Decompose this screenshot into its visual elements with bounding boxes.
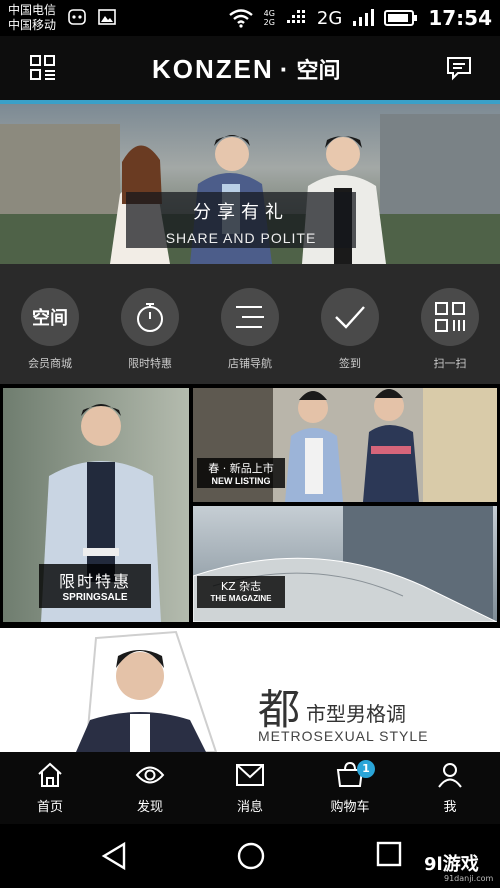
recent-apps-icon[interactable] xyxy=(376,841,402,867)
quick-nav-checkin[interactable]: 签到 xyxy=(305,288,395,378)
promo-title: 限时特惠 xyxy=(58,572,131,591)
tab-messages[interactable]: 消息 xyxy=(205,762,295,818)
promo-title: 春 · 新品上市 xyxy=(208,462,274,475)
hero-caption: 分享有礼 SHARE AND POLITE xyxy=(126,192,356,248)
promo-subtitle: THE MAGAZINE xyxy=(210,594,272,603)
network-type: 2G xyxy=(316,7,343,29)
editorial-heading: 市型男格调 xyxy=(306,702,406,726)
hero-banner[interactable]: 分享有礼 SHARE AND POLITE xyxy=(0,104,500,264)
quick-nav-label: 店铺导航 xyxy=(228,357,272,370)
network-type-small: 4G 2G xyxy=(264,9,275,27)
member-mall-icon: 空间 xyxy=(21,288,79,346)
brand-latin: KONZEN xyxy=(152,53,274,84)
network-small-2: 2G xyxy=(263,18,275,27)
editorial-model-image xyxy=(76,630,218,752)
tab-label: 我 xyxy=(443,800,457,815)
quick-nav-label: 限时特惠 xyxy=(128,357,172,370)
hero-subtitle: SHARE AND POLITE xyxy=(165,230,317,246)
promo-tag: 春 · 新品上市 NEW LISTING xyxy=(197,458,285,488)
promo-subtitle: NEW LISTING xyxy=(211,476,271,486)
tab-label: 购物车 xyxy=(330,800,370,815)
message-icon[interactable] xyxy=(445,54,473,82)
mail-icon xyxy=(236,764,264,786)
carrier-labels: 中国电信 中国移动 xyxy=(8,3,56,33)
image-icon xyxy=(98,9,116,25)
brand-logo: KONZEN · 空间 xyxy=(152,52,352,86)
status-right: 4G 2G 2G 17:54 xyxy=(228,6,492,30)
notification-app-icon xyxy=(68,9,86,25)
brand-cn: 空间 xyxy=(296,59,341,84)
list-icon xyxy=(221,288,279,346)
battery-icon xyxy=(384,10,418,26)
watermark-site: 91danji.com xyxy=(444,874,494,883)
signal-dots-icon xyxy=(286,10,305,23)
quick-nav-scan[interactable]: 扫一扫 xyxy=(405,288,495,378)
brand-dot: · xyxy=(279,53,291,84)
carrier-1: 中国电信 xyxy=(8,3,57,17)
watermark-logo: 9l游戏 xyxy=(424,854,479,875)
app-header: KONZEN · 空间 xyxy=(0,36,500,100)
clock: 17:54 xyxy=(428,6,492,30)
promo-title: KZ 杂志 xyxy=(220,580,262,593)
wifi-icon xyxy=(228,9,253,28)
status-bar: 中国电信 中国移动 4G 2G 2G 17:54 xyxy=(0,0,500,36)
quick-nav-store-guide[interactable]: 店铺导航 xyxy=(205,288,295,378)
tab-label: 消息 xyxy=(236,800,263,815)
bottom-tab-bar: 首页 发现 消息 1 购物车 我 xyxy=(0,752,500,824)
quick-nav-label: 签到 xyxy=(339,357,361,370)
tab-label: 首页 xyxy=(36,800,63,815)
promo-magazine[interactable]: KZ 杂志 THE MAGAZINE xyxy=(193,506,497,622)
person-icon xyxy=(438,763,462,788)
carrier-2: 中国移动 xyxy=(8,18,57,32)
member-mall-glyph: 空间 xyxy=(32,308,68,329)
promo-tag: 限时特惠 SPRINGSALE xyxy=(39,564,151,608)
quick-nav-member-mall[interactable]: 空间 会员商城 xyxy=(5,288,95,378)
network-small-1: 4G xyxy=(263,9,275,18)
cart-badge: 1 xyxy=(357,760,375,778)
system-nav-bar: 9l游戏 91danji.com xyxy=(0,824,500,888)
tab-cart[interactable]: 1 购物车 xyxy=(305,760,395,818)
quick-nav-flash-sale[interactable]: 限时特惠 xyxy=(105,288,195,378)
quick-nav: 空间 会员商城 限时特惠 店铺导航 签到 扫一扫 xyxy=(0,264,500,384)
back-icon[interactable] xyxy=(100,841,128,871)
qr-scan-icon xyxy=(421,288,479,346)
eye-icon xyxy=(135,766,165,784)
quick-nav-label: 会员商城 xyxy=(28,357,72,370)
tab-me[interactable]: 我 xyxy=(405,762,495,818)
quick-nav-label: 扫一扫 xyxy=(433,357,467,370)
editorial-banner[interactable]: 都 市型男格调 METROSEXUAL STYLE xyxy=(0,628,500,752)
promo-tag: KZ 杂志 THE MAGAZINE xyxy=(197,576,285,608)
tab-discover[interactable]: 发现 xyxy=(105,762,195,818)
promo-new-listing[interactable]: 春 · 新品上市 NEW LISTING xyxy=(193,388,497,502)
grid-menu-icon[interactable] xyxy=(29,54,57,82)
hero-title: 分享有礼 xyxy=(193,202,289,223)
timer-icon xyxy=(121,288,179,346)
tab-home[interactable]: 首页 xyxy=(5,762,95,818)
promo-spring-sale[interactable]: 限时特惠 SPRINGSALE xyxy=(3,388,189,622)
editorial-english: METROSEXUAL STYLE xyxy=(258,728,429,744)
promo-models-image xyxy=(285,389,419,502)
tab-label: 发现 xyxy=(136,800,163,815)
home-icon xyxy=(38,762,62,787)
promo-subtitle: SPRINGSALE xyxy=(62,592,128,603)
check-icon xyxy=(321,288,379,346)
home-circle-icon[interactable] xyxy=(236,841,266,871)
signal-bars-icon xyxy=(353,9,375,26)
